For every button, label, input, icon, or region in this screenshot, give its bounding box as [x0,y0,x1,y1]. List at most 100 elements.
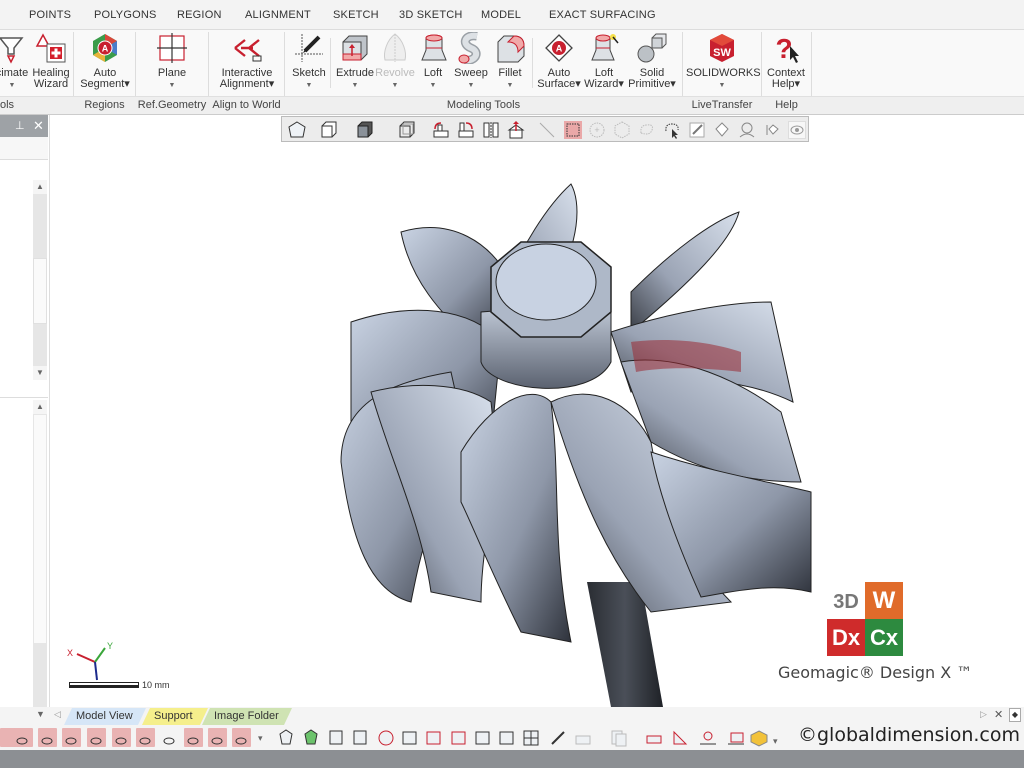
sketch-button[interactable]: Sketch ▼ [290,32,328,91]
tab-scroll-left-icon[interactable]: ◁ [54,709,61,720]
loft-button[interactable]: Loft ▼ [418,32,448,91]
revolve-button[interactable]: Revolve ▼ [375,32,415,91]
divider [0,397,48,398]
select-through-icon[interactable] [763,121,781,139]
wireframe-box-icon[interactable] [320,121,338,139]
auto-segment-icon: A [89,32,121,64]
sweep-button[interactable]: Sweep ▼ [452,31,490,91]
group-label-align-to-world: Align to World [212,99,281,111]
circle-select-icon[interactable]: + [588,121,606,139]
shaded-render-icon[interactable] [356,121,374,139]
panel-subheader [0,137,48,160]
visibility-icon[interactable] [788,121,806,139]
logo-w-tile: W [865,582,903,619]
fillet-label: Fillet [498,67,522,79]
scroll-thumb[interactable] [33,258,47,324]
extension-select-icon[interactable] [738,121,756,139]
solid-primitive-label-2: Primitive▾ [628,78,676,90]
group-label-help: Help [775,99,798,111]
menu-tab-polygons[interactable]: POLYGONS [94,9,157,21]
flip-icon[interactable] [482,121,500,139]
interactive-alignment-icon [231,32,263,64]
fillet-button[interactable]: Fillet ▼ [492,32,528,91]
sweep-label: Sweep [454,67,488,79]
auto-surface-label-2: Surface▾ [537,78,581,90]
tab-model-view[interactable]: Model View [64,708,146,725]
flood-select-icon[interactable] [713,121,731,139]
group-label-ref-geometry: Ref.Geometry [137,99,207,111]
separator [330,38,331,88]
menu-tab-points[interactable]: POINTS [29,9,71,21]
healing-wizard-button[interactable]: Healing Wizard [32,32,70,90]
scroll-down-icon[interactable]: ▼ [36,709,45,719]
line-select-icon[interactable] [538,121,556,139]
scroll-down-icon[interactable]: ▼ [33,366,47,380]
geomagic-logo: 3D W Dx Cx [827,582,905,658]
tab-image-folder[interactable]: Image Folder [202,708,292,725]
menu-tab-3d-sketch[interactable]: 3D SKETCH [399,9,463,21]
upper-scrollbar[interactable]: ▲ ▼ [33,180,47,380]
fillet-icon [494,32,526,64]
scroll-thumb[interactable] [33,414,47,644]
close-tab-icon[interactable]: ✕ [994,708,1003,721]
freeform-select-icon[interactable] [638,121,656,139]
solidworks-icon: SW [706,32,738,64]
pin-icon[interactable]: ⊥ [15,119,25,132]
pin-panel-icon[interactable]: ◆ [1009,708,1021,722]
visibility-icons [16,737,247,745]
healing-wizard-icon [35,32,67,64]
group-label-tools: ols [0,99,15,111]
axis-x-label: X [67,648,73,658]
plane-button[interactable]: Plane ▼ [145,32,199,91]
menu-tab-region[interactable]: REGION [177,9,222,21]
paint-brush-select-icon[interactable] [688,121,706,139]
solid-primitive-button[interactable]: Solid Primitive▾ [626,32,678,90]
view-mode-icon[interactable] [288,121,306,139]
solidworks-label: SOLIDWORKS [686,67,761,79]
extrude-button[interactable]: Extrude ▼ [335,32,375,91]
menu-tab-model[interactable]: MODEL [481,9,521,21]
menu-tab-exact-surfacing[interactable]: EXACT SURFACING [549,9,656,21]
rectangle-select-icon[interactable] [564,121,582,139]
healing-wizard-label-2: Wizard [33,78,69,90]
panel-header: ⊥ ✕ [0,115,48,137]
decimate-button[interactable]: cimate▼ [0,32,32,91]
model-viewport[interactable]: X Y 10 mm 3D W Dx Cx Geomagic® Design X … [51,142,1024,707]
menu-tab-sketch[interactable]: SKETCH [333,9,379,21]
interactive-alignment-button[interactable]: Interactive Alignment▾ [213,32,281,90]
scroll-up-icon[interactable]: ▲ [33,400,47,414]
svg-text:+: + [594,125,599,135]
loft-label: Loft [423,67,443,79]
tab-support[interactable]: Support [142,708,208,725]
svg-text:A: A [556,44,563,54]
rotate-right-icon[interactable] [457,121,475,139]
revolve-icon [379,32,411,64]
cube-view-icon[interactable] [398,121,416,139]
loft-wizard-icon [588,32,620,64]
auto-surface-button[interactable]: A Auto Surface▾ [536,32,582,90]
loft-icon [418,32,450,64]
lower-scrollbar[interactable]: ▲ ▼ [33,400,47,722]
sketch-icon [293,32,325,64]
svg-text:A: A [102,44,109,54]
solidworks-button[interactable]: SW SOLIDWORKS ▼ [686,32,761,91]
plane-icon [156,32,188,64]
close-icon[interactable]: ✕ [33,118,44,134]
normal-view-icon[interactable] [507,121,525,139]
nut-top [495,243,597,321]
loft-wizard-button[interactable]: Loft Wizard▾ [582,32,626,90]
axis-y-label: Y [107,641,113,651]
rotate-left-icon[interactable] [432,121,450,139]
context-help-button[interactable]: ? Context Help▾ [763,32,809,90]
menu-tab-alignment[interactable]: ALIGNMENT [245,9,311,21]
lasso-select-icon[interactable] [663,121,681,139]
scroll-up-icon[interactable]: ▲ [33,180,47,194]
tab-scroll-right-icon[interactable]: ▷ [980,709,987,720]
polygon-select-icon[interactable] [613,121,631,139]
scale-label: 10 mm [142,680,170,690]
3d-systems-icon: 3D [827,582,865,619]
group-label-modeling-tools: Modeling Tools [446,99,521,111]
auto-segment-button[interactable]: A Auto Segment▾ [78,32,132,90]
context-help-icon: ? [770,32,802,64]
plane-label: Plane [157,67,187,79]
